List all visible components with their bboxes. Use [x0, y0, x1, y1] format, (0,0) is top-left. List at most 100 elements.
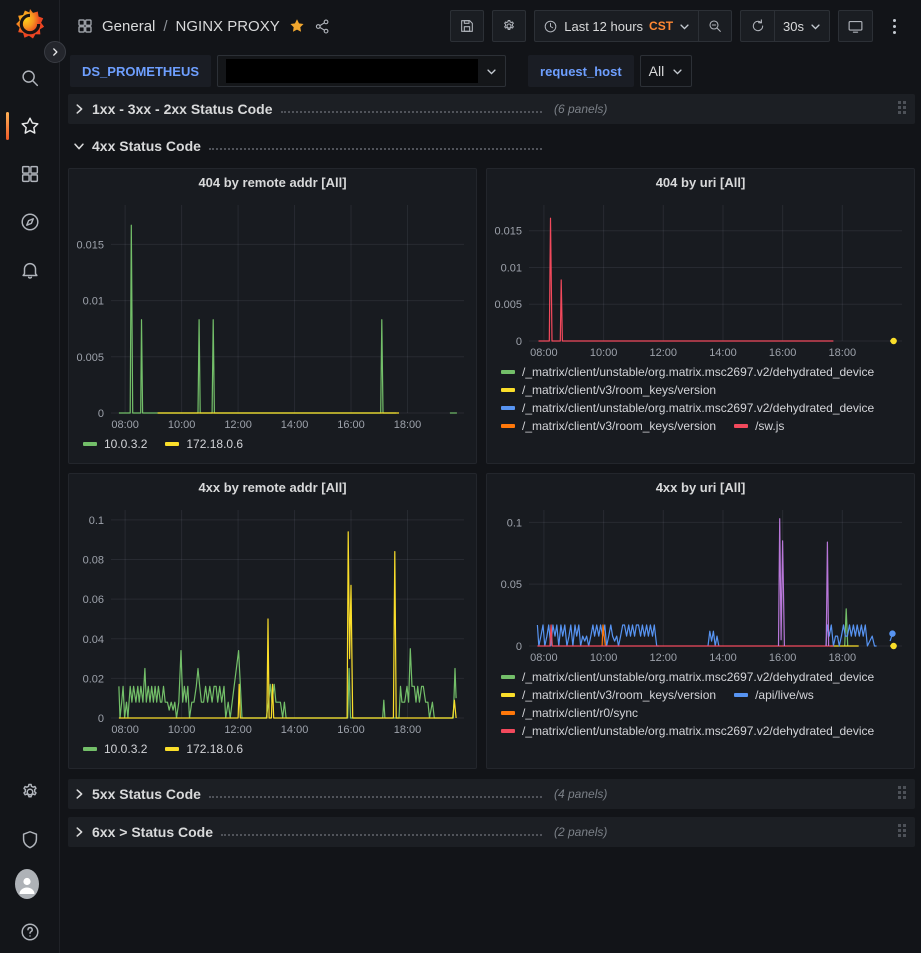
svg-text:0.1: 0.1 — [89, 515, 104, 527]
legend-label: /_matrix/client/v3/room_keys/version — [522, 688, 716, 702]
sidebar-item-starred[interactable] — [18, 114, 42, 138]
svg-text:0.005: 0.005 — [76, 352, 104, 364]
sidebar-expand-button[interactable] — [44, 41, 66, 63]
legend-label: /_matrix/client/v3/room_keys/version — [522, 419, 716, 433]
page-title: NGINX PROXY — [176, 18, 280, 35]
legend-item[interactable]: 10.0.3.2 — [83, 437, 147, 451]
legend-label: 172.18.0.6 — [186, 437, 243, 451]
svg-text:08:00: 08:00 — [111, 419, 139, 431]
chart-canvas-404-uri[interactable]: 00.0050.010.01508:0010:0012:0014:0016:00… — [487, 195, 914, 361]
row-header-1xx-3xx-2xx[interactable]: 1xx - 3xx - 2xx Status Code (6 panels) — [68, 94, 915, 124]
svg-text:0.015: 0.015 — [494, 226, 522, 238]
sidebar-item-dashboards[interactable] — [18, 162, 42, 186]
legend-item[interactable]: /_matrix/client/v3/room_keys/version — [501, 383, 716, 397]
zoom-out-time-button[interactable] — [698, 10, 732, 42]
svg-text:16:00: 16:00 — [337, 724, 365, 736]
explore-compass-icon — [19, 211, 41, 233]
panel-title[interactable]: 404 by remote addr [All] — [69, 169, 476, 195]
svg-text:16:00: 16:00 — [337, 419, 365, 431]
svg-text:18:00: 18:00 — [829, 347, 857, 359]
legend-item[interactable]: /_matrix/client/unstable/org.matrix.msc2… — [501, 365, 874, 379]
sidebar-item-server-admin[interactable] — [18, 828, 42, 852]
dashboard-content: 1xx - 3xx - 2xx Status Code (6 panels) 4… — [68, 94, 915, 847]
svg-text:14:00: 14:00 — [281, 419, 309, 431]
sidebar-item-search[interactable] — [18, 66, 42, 90]
svg-text:14:00: 14:00 — [709, 347, 737, 359]
panel-legend: /_matrix/client/unstable/org.matrix.msc2… — [487, 666, 914, 742]
sidebar-item-configuration[interactable] — [18, 780, 42, 804]
panel-title[interactable]: 4xx by uri [All] — [487, 474, 914, 500]
clock-icon — [543, 19, 558, 34]
save-dashboard-button[interactable] — [450, 10, 484, 42]
legend-item[interactable]: /api/live/ws — [734, 688, 814, 702]
row-dots-leader — [281, 111, 542, 113]
request-host-variable-select[interactable]: All — [640, 55, 693, 87]
refresh-interval-picker[interactable]: 30s — [774, 10, 830, 42]
legend-item[interactable]: /_matrix/client/r0/sync — [501, 706, 638, 720]
dashboard-header: General / NGINX PROXY Last 12 hours CST — [60, 0, 921, 52]
svg-text:12:00: 12:00 — [650, 652, 678, 664]
save-icon — [459, 18, 475, 34]
search-icon — [19, 67, 41, 89]
legend-swatch — [83, 442, 97, 446]
legend-label: /api/live/ws — [755, 688, 814, 702]
legend-label: /sw.js — [755, 419, 784, 433]
chevron-down-icon — [810, 21, 821, 32]
cycle-view-mode-button[interactable] — [838, 10, 873, 42]
breadcrumb-section[interactable]: General — [102, 18, 155, 35]
panel-title[interactable]: 404 by uri [All] — [487, 169, 914, 195]
legend-item[interactable]: /_matrix/client/unstable/org.matrix.msc2… — [501, 670, 874, 684]
row-title: 5xx Status Code — [92, 786, 201, 802]
svg-text:14:00: 14:00 — [709, 652, 737, 664]
row-panel-count: (6 panels) — [554, 102, 607, 116]
legend-swatch — [501, 729, 515, 733]
datasource-variable-select[interactable] — [217, 55, 506, 87]
dashboard-settings-button[interactable] — [492, 10, 526, 42]
dashboards-grid-icon — [19, 163, 41, 185]
legend-item[interactable]: 10.0.3.2 — [83, 742, 147, 756]
svg-text:10:00: 10:00 — [590, 652, 618, 664]
kebab-menu-icon — [893, 19, 896, 34]
svg-text:10:00: 10:00 — [168, 724, 196, 736]
legend-label: /_matrix/client/r0/sync — [522, 706, 638, 720]
timezone-label: CST — [649, 19, 673, 33]
svg-text:16:00: 16:00 — [769, 347, 797, 359]
row-header-4xx[interactable]: 4xx Status Code — [68, 132, 915, 160]
legend-item[interactable]: /_matrix/client/v3/room_keys/version — [501, 419, 716, 433]
panel-legend: 10.0.3.2 172.18.0.6 — [69, 433, 476, 455]
row-header-6xx[interactable]: 6xx > Status Code (2 panels) — [68, 817, 915, 847]
grafana-logo[interactable] — [12, 6, 48, 42]
sidebar-item-explore[interactable] — [18, 210, 42, 234]
sidebar-item-profile[interactable] — [15, 872, 39, 896]
row-drag-handle[interactable] — [898, 101, 909, 117]
chart-canvas-4xx-uri[interactable]: 00.050.108:0010:0012:0014:0016:0018:00 — [487, 500, 914, 666]
time-range-picker[interactable]: Last 12 hours CST — [534, 10, 698, 42]
sidebar-item-alerting[interactable] — [18, 258, 42, 282]
legend-item[interactable]: 172.18.0.6 — [165, 742, 243, 756]
panel-title[interactable]: 4xx by remote addr [All] — [69, 474, 476, 500]
sidebar-item-help[interactable] — [18, 920, 42, 944]
svg-text:0.08: 0.08 — [83, 555, 104, 567]
legend-item[interactable]: /_matrix/client/unstable/org.matrix.msc2… — [501, 401, 874, 415]
svg-text:0: 0 — [516, 641, 522, 653]
chevron-down-icon — [486, 66, 497, 77]
row-title: 1xx - 3xx - 2xx Status Code — [92, 101, 273, 117]
chevron-down-icon — [672, 66, 683, 77]
legend-item[interactable]: /_matrix/client/unstable/org.matrix.msc2… — [501, 724, 874, 738]
chart-canvas-4xx-remote-addr[interactable]: 00.020.040.060.080.108:0010:0012:0014:00… — [69, 500, 476, 738]
row-drag-handle[interactable] — [898, 824, 909, 840]
legend-label: /_matrix/client/unstable/org.matrix.msc2… — [522, 724, 874, 738]
row-drag-handle[interactable] — [898, 786, 909, 802]
legend-item[interactable]: /sw.js — [734, 419, 784, 433]
kebab-menu-button[interactable] — [881, 10, 907, 42]
refresh-button[interactable] — [740, 10, 774, 42]
legend-swatch — [165, 442, 179, 446]
share-icon[interactable] — [314, 18, 331, 35]
legend-item[interactable]: /_matrix/client/v3/room_keys/version — [501, 688, 716, 702]
legend-swatch — [165, 747, 179, 751]
favorite-star-icon[interactable] — [288, 17, 306, 35]
row-header-5xx[interactable]: 5xx Status Code (4 panels) — [68, 779, 915, 809]
legend-item[interactable]: 172.18.0.6 — [165, 437, 243, 451]
chart-canvas-404-remote-addr[interactable]: 00.0050.010.01508:0010:0012:0014:0016:00… — [69, 195, 476, 433]
panel-grid: 404 by remote addr [All] 00.0050.010.015… — [68, 168, 915, 769]
